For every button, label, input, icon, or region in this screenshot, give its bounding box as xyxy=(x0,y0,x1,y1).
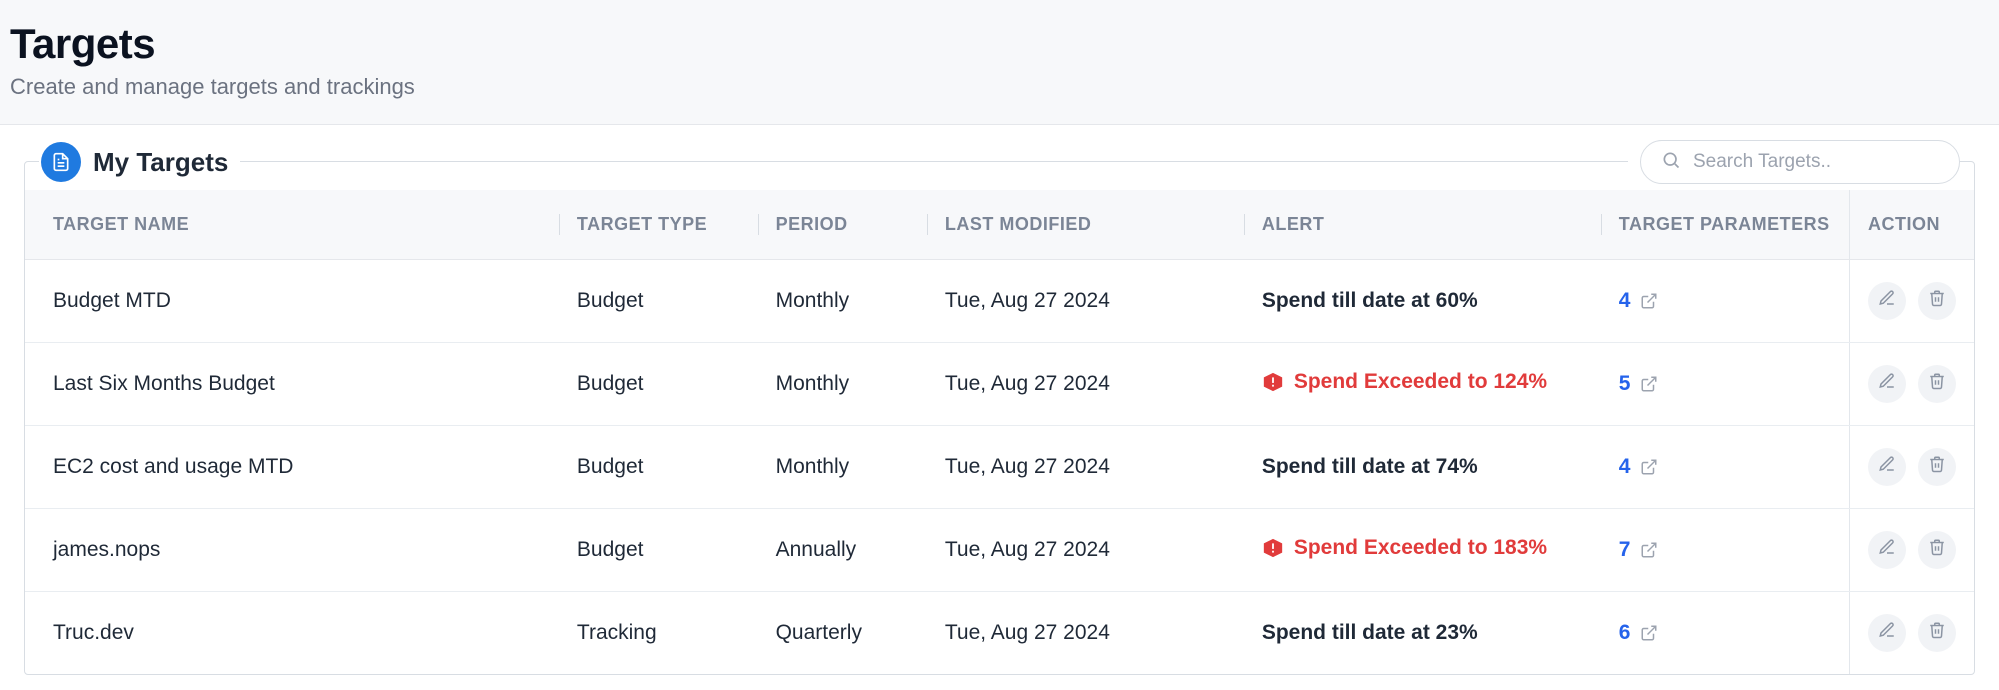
trash-icon xyxy=(1928,538,1946,562)
search-targets-box[interactable] xyxy=(1640,140,1960,184)
cell-target-parameters: 4 xyxy=(1601,426,1850,509)
edit-button[interactable] xyxy=(1868,531,1906,569)
page-subtitle: Create and manage targets and trackings xyxy=(10,74,1989,100)
table-row: Budget MTDBudgetMonthlyTue, Aug 27 2024 S… xyxy=(25,260,1974,343)
param-count-link[interactable]: 7 xyxy=(1619,538,1631,562)
col-period: PERIOD xyxy=(758,190,927,260)
param-count-link[interactable]: 4 xyxy=(1619,289,1631,313)
cell-target-parameters: 6 xyxy=(1601,592,1850,675)
cell-target-type: Budget xyxy=(559,343,758,426)
param-count-link[interactable]: 5 xyxy=(1619,372,1631,396)
trash-icon xyxy=(1928,289,1946,313)
edit-icon xyxy=(1878,455,1896,479)
edit-icon xyxy=(1878,289,1896,313)
cell-action xyxy=(1850,260,1975,343)
edit-button[interactable] xyxy=(1868,448,1906,486)
external-link-icon[interactable] xyxy=(1640,458,1658,476)
cell-alert: Spend till date at 74% xyxy=(1244,426,1601,509)
table-row: EC2 cost and usage MTDBudgetMonthlyTue, … xyxy=(25,426,1974,509)
cell-last-modified: Tue, Aug 27 2024 xyxy=(927,260,1244,343)
cell-action xyxy=(1850,426,1975,509)
page-header: Targets Create and manage targets and tr… xyxy=(0,0,1999,125)
cell-action xyxy=(1850,592,1975,675)
cell-target-parameters: 7 xyxy=(1601,509,1850,592)
targets-table: TARGET NAME TARGET TYPE PERIOD LAST MODI… xyxy=(25,190,1974,674)
cell-last-modified: Tue, Aug 27 2024 xyxy=(927,509,1244,592)
table-row: james.nopsBudgetAnnuallyTue, Aug 27 2024… xyxy=(25,509,1974,592)
cell-alert: Spend Exceeded to 124% xyxy=(1244,343,1601,426)
cell-alert: Spend till date at 23% xyxy=(1244,592,1601,675)
cell-action xyxy=(1850,509,1975,592)
edit-icon xyxy=(1878,372,1896,396)
trash-icon xyxy=(1928,455,1946,479)
external-link-icon[interactable] xyxy=(1640,292,1658,310)
document-icon xyxy=(41,142,81,182)
edit-icon xyxy=(1878,538,1896,562)
table-row: Truc.devTrackingQuarterlyTue, Aug 27 202… xyxy=(25,592,1974,675)
panel-title: My Targets xyxy=(93,147,228,178)
cell-target-type: Budget xyxy=(559,509,758,592)
delete-button[interactable] xyxy=(1918,365,1956,403)
table-row: Last Six Months BudgetBudgetMonthlyTue, … xyxy=(25,343,1974,426)
cell-alert: Spend Exceeded to 183% xyxy=(1244,509,1601,592)
cell-target-name[interactable]: EC2 cost and usage MTD xyxy=(25,426,559,509)
cell-last-modified: Tue, Aug 27 2024 xyxy=(927,592,1244,675)
col-action: ACTION xyxy=(1850,190,1975,260)
cell-target-type: Budget xyxy=(559,260,758,343)
cell-action xyxy=(1850,343,1975,426)
alert-text: Spend till date at 60% xyxy=(1262,289,1478,312)
col-target-type: TARGET TYPE xyxy=(559,190,758,260)
trash-icon xyxy=(1928,372,1946,396)
col-target-parameters: TARGET PARAMETERS xyxy=(1601,190,1850,260)
alert-icon xyxy=(1262,537,1284,559)
edit-button[interactable] xyxy=(1868,614,1906,652)
col-target-name: TARGET NAME xyxy=(25,190,559,260)
search-icon xyxy=(1661,150,1681,175)
cell-period: Monthly xyxy=(758,260,927,343)
cell-target-name[interactable]: Budget MTD xyxy=(25,260,559,343)
alert-icon xyxy=(1262,371,1284,393)
col-last-modified: LAST MODIFIED xyxy=(927,190,1244,260)
external-link-icon[interactable] xyxy=(1640,541,1658,559)
cell-target-name[interactable]: Last Six Months Budget xyxy=(25,343,559,426)
external-link-icon[interactable] xyxy=(1640,624,1658,642)
cell-target-name[interactable]: Truc.dev xyxy=(25,592,559,675)
alert-text: Spend till date at 74% xyxy=(1262,455,1478,478)
alert-text: Spend till date at 23% xyxy=(1262,621,1478,644)
edit-icon xyxy=(1878,621,1896,645)
cell-target-type: Tracking xyxy=(559,592,758,675)
cell-period: Quarterly xyxy=(758,592,927,675)
cell-target-parameters: 5 xyxy=(1601,343,1850,426)
trash-icon xyxy=(1928,621,1946,645)
edit-button[interactable] xyxy=(1868,282,1906,320)
delete-button[interactable] xyxy=(1918,282,1956,320)
col-alert: ALERT xyxy=(1244,190,1601,260)
cell-target-name[interactable]: james.nops xyxy=(25,509,559,592)
my-targets-panel: My Targets TARGET NAME TARGET TYP xyxy=(24,161,1975,675)
delete-button[interactable] xyxy=(1918,448,1956,486)
cell-last-modified: Tue, Aug 27 2024 xyxy=(927,426,1244,509)
delete-button[interactable] xyxy=(1918,531,1956,569)
cell-target-type: Budget xyxy=(559,426,758,509)
page-title: Targets xyxy=(10,20,1989,68)
external-link-icon[interactable] xyxy=(1640,375,1658,393)
param-count-link[interactable]: 6 xyxy=(1619,621,1631,645)
edit-button[interactable] xyxy=(1868,365,1906,403)
cell-period: Monthly xyxy=(758,426,927,509)
delete-button[interactable] xyxy=(1918,614,1956,652)
param-count-link[interactable]: 4 xyxy=(1619,455,1631,479)
alert-text: Spend Exceeded to 183% xyxy=(1294,536,1547,560)
search-input[interactable] xyxy=(1693,151,1939,173)
cell-alert: Spend till date at 60% xyxy=(1244,260,1601,343)
cell-period: Monthly xyxy=(758,343,927,426)
cell-target-parameters: 4 xyxy=(1601,260,1850,343)
cell-period: Annually xyxy=(758,509,927,592)
alert-text: Spend Exceeded to 124% xyxy=(1294,370,1547,394)
cell-last-modified: Tue, Aug 27 2024 xyxy=(927,343,1244,426)
